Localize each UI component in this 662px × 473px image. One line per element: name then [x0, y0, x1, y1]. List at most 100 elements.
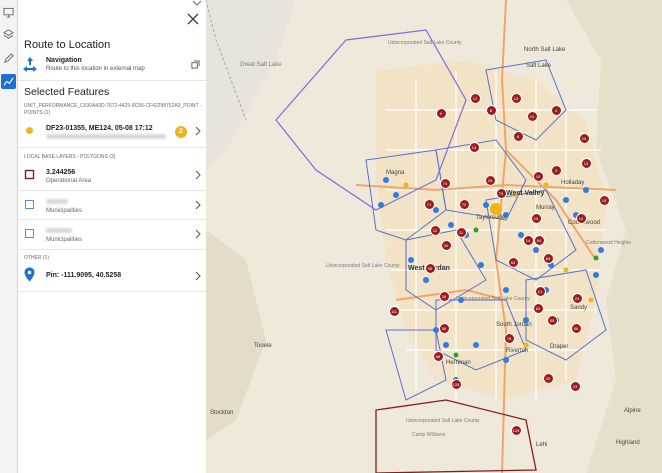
chevron-right-icon[interactable] [195, 229, 201, 239]
incident-marker[interactable]: 10 [576, 213, 586, 223]
count-badge: 2 [175, 126, 187, 138]
incident-marker[interactable]: 111 [389, 306, 399, 316]
group-other-label: OTHER (1) [24, 255, 49, 261]
monitor-icon[interactable] [1, 5, 16, 20]
label-unincorporated-2: Unincorporated Salt Lake County [326, 263, 400, 269]
incident-marker[interactable]: 22 [543, 373, 553, 383]
incident-marker[interactable]: 15 [579, 133, 589, 143]
incident-marker[interactable]: 78 [504, 333, 514, 343]
analytics-icon[interactable] [1, 74, 16, 89]
incident-marker[interactable]: 15 [531, 213, 541, 223]
incident-marker[interactable]: 34 [439, 291, 449, 301]
label-north-salt-lake: North Salt Lake [524, 47, 566, 53]
incident-marker[interactable]: 30 [441, 240, 451, 250]
incident-marker[interactable]: 24 [572, 293, 582, 303]
incident-marker[interactable]: 72 [459, 199, 469, 209]
unit-feature-title: DF23-01355, ME124, 05-08 17:12 [46, 125, 153, 132]
label-magna: Magna [386, 170, 405, 176]
incident-marker[interactable]: 56 [439, 323, 449, 333]
divider [18, 147, 206, 148]
incident-marker[interactable]: 64 [534, 235, 544, 245]
incident-marker[interactable]: 4 [551, 105, 561, 115]
incident-marker[interactable]: 12 [430, 225, 440, 235]
label-holladay: Holladay [561, 180, 585, 186]
label-west-valley: West Valley [506, 190, 545, 197]
incident-marker[interactable]: 11 [456, 227, 466, 237]
incident-marker[interactable]: 12 [470, 93, 480, 103]
divider [18, 249, 206, 250]
selected-features-title: Selected Features [24, 86, 110, 98]
incident-marker[interactable]: 10 [527, 111, 537, 121]
incident-marker[interactable]: 13 [581, 158, 591, 168]
copy-icon[interactable] [191, 60, 200, 69]
incident-marker[interactable]: 73 [496, 188, 506, 198]
polygon-subtitle: Municipalities [46, 237, 83, 243]
polygon-row-operational-area[interactable]: 3.244256 Operational Area [18, 163, 206, 189]
incident-marker[interactable]: 74 [440, 178, 450, 188]
close-icon[interactable] [186, 12, 200, 26]
label-highland: Highland [616, 440, 640, 446]
incident-marker[interactable]: 3 [551, 165, 561, 175]
polygon-square-icon [25, 200, 34, 209]
incident-marker[interactable]: 21 [535, 286, 545, 296]
label-unincorporated-4: Unincorporated Salt Lake County [406, 418, 480, 424]
label-taylorsville: Taylorsville [476, 215, 506, 221]
incident-marker[interactable]: 14 [469, 142, 479, 152]
group-unit-label: UNIT_PERFORMANCE_C630A43D-7672-4425-8C56… [24, 103, 202, 116]
divider [18, 291, 206, 292]
tool-rail [0, 0, 18, 473]
map-view[interactable]: Unincorporated Salt Lake County North Sa… [206, 0, 662, 473]
incident-marker[interactable]: 8 [486, 105, 496, 115]
label-murray: Murray [536, 205, 555, 211]
incident-marker[interactable]: 88 [433, 351, 443, 361]
incident-marker[interactable]: 62 [533, 303, 543, 313]
layers-icon[interactable] [1, 27, 16, 42]
label-alpine: Alpine [624, 408, 641, 414]
navigation-title[interactable]: Navigation [46, 57, 82, 64]
incident-marker[interactable]: 8 [513, 131, 523, 141]
pencil-icon[interactable] [1, 51, 16, 66]
unit-feature-detail [46, 134, 166, 141]
incident-marker[interactable]: 129 [511, 425, 521, 435]
incident-marker[interactable]: 128 [451, 379, 461, 389]
label-south-jordan: South Jordan [496, 322, 532, 328]
incident-marker[interactable]: 53 [508, 257, 518, 267]
incident-marker[interactable]: 69 [543, 253, 553, 263]
incident-marker[interactable]: 55 [547, 315, 557, 325]
chevron-right-icon[interactable] [195, 200, 201, 210]
incident-marker[interactable]: 23 [570, 381, 580, 391]
incident-marker[interactable]: 56 [571, 323, 581, 333]
incident-marker[interactable]: 14 [523, 235, 533, 245]
map-canvas [206, 0, 662, 473]
polygon-row-municipality-1[interactable]: Municipalities [18, 193, 206, 219]
pin-row[interactable]: Pin: -111.9095, 40.5258 [18, 264, 206, 290]
polygon-title: 3.244256 [46, 169, 76, 176]
polygon-square-icon [25, 229, 34, 238]
chevron-right-icon[interactable] [195, 126, 201, 136]
divider [18, 190, 206, 191]
incident-marker[interactable]: 25 [485, 175, 495, 185]
group-local-label: LOCAL BASE LAYERS - POLYGONS (3) [24, 154, 116, 160]
label-salt-lake: Salt Lake [526, 63, 552, 69]
incident-marker[interactable]: 9 [436, 108, 446, 118]
incident-marker[interactable]: 95 [425, 263, 435, 273]
chevron-right-icon[interactable] [195, 271, 201, 281]
label-herriman: Herriman [446, 360, 471, 366]
navigation-subtitle: Route to this location in external map [46, 66, 145, 72]
label-unincorporated: Unincorporated Salt Lake County [388, 40, 462, 46]
chevron-down-icon[interactable] [191, 0, 203, 6]
incident-marker[interactable]: 71 [424, 199, 434, 209]
incident-marker[interactable]: 13 [511, 93, 521, 103]
polygon-row-municipality-2[interactable]: Municipalities [18, 222, 206, 248]
polygon-title-blurred [46, 228, 72, 235]
label-sandy: Sandy [570, 305, 588, 311]
label-tooele: Tooele [254, 343, 272, 349]
chevron-right-icon[interactable] [195, 170, 201, 180]
label-great-salt-lake: Great Salt Lake [240, 62, 282, 68]
yellow-dot-icon [26, 127, 33, 134]
incident-marker[interactable]: 15 [599, 195, 609, 205]
label-draper: Draper [550, 344, 569, 350]
navigation-icon[interactable] [22, 56, 38, 74]
incident-marker[interactable]: 19 [533, 171, 543, 181]
label-riverton: Riverton [506, 348, 529, 354]
